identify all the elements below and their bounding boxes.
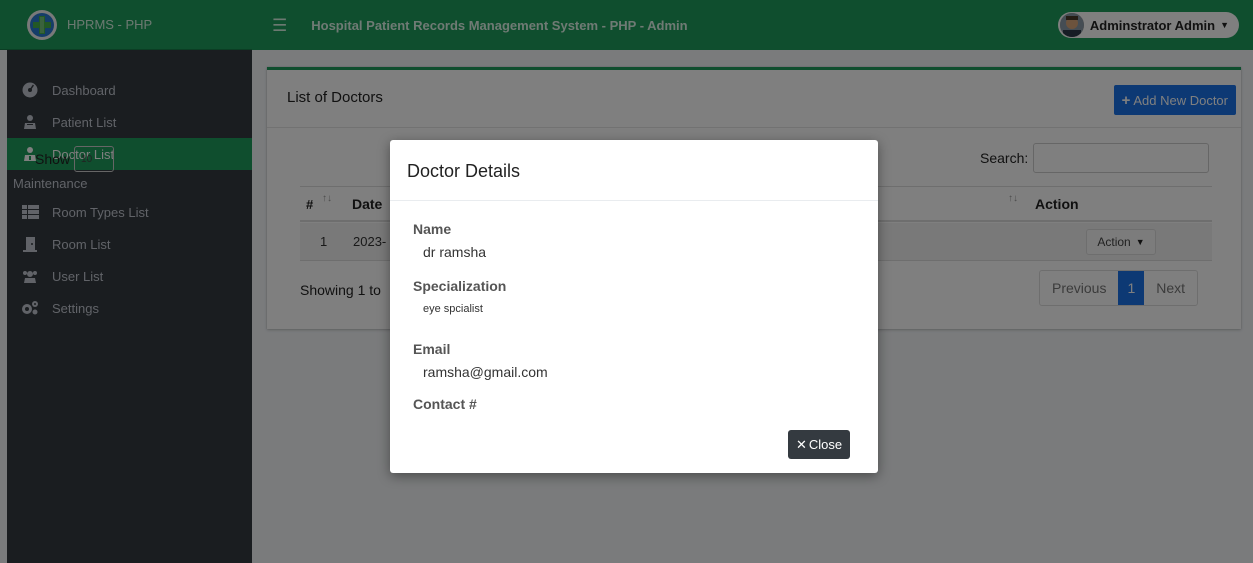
doctor-details-modal: Doctor Details Name dr ramsha Specializa… bbox=[390, 140, 878, 473]
email-label: Email bbox=[413, 341, 451, 357]
close-button-label: Close bbox=[808, 437, 843, 452]
name-label: Name bbox=[413, 221, 452, 237]
name-value: dr ramsha bbox=[423, 244, 487, 260]
close-icon: ✕ bbox=[796, 436, 807, 452]
specialization-label: Specialization bbox=[413, 278, 507, 294]
contact-label: Contact # bbox=[413, 396, 477, 412]
email-value: ramsha@gmail.com bbox=[423, 364, 548, 380]
specialization-value: eye spcialist bbox=[423, 303, 483, 315]
modal-header: Doctor Details bbox=[390, 140, 878, 201]
close-button[interactable]: ✕ Close bbox=[788, 430, 851, 459]
modal-title: Doctor Details bbox=[407, 161, 521, 181]
